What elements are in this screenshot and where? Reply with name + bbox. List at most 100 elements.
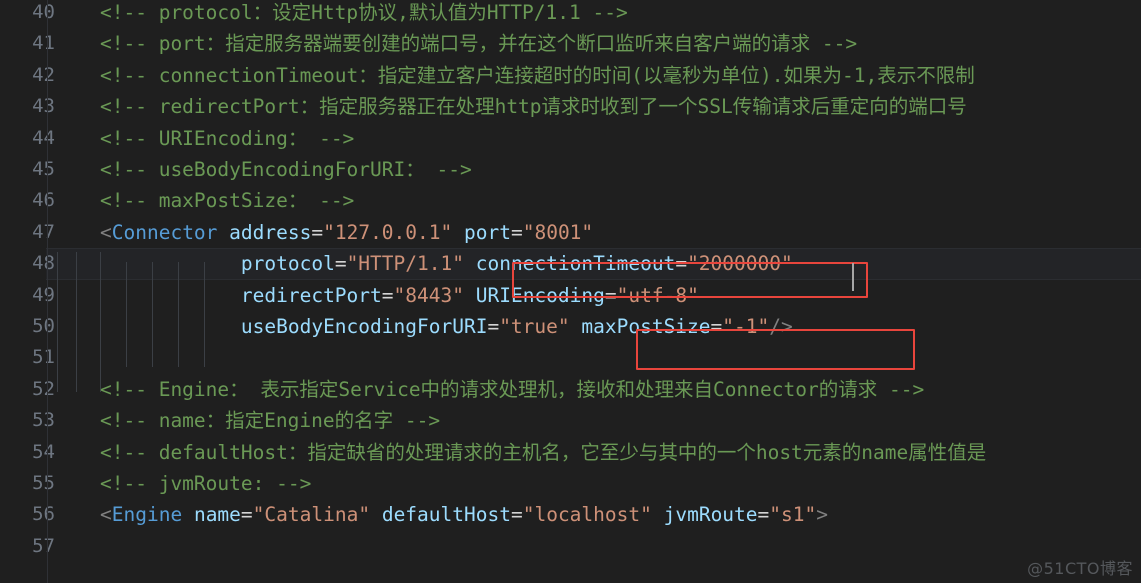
line-number[interactable]: 48 xyxy=(0,248,55,279)
token-punct: < xyxy=(100,503,112,527)
token-string: "127.0.0.1" xyxy=(323,220,453,244)
code-line-text: <!-- defaultHost：指定缺省的处理请求的主机名，它至少与其中的一个… xyxy=(100,441,986,464)
line-number-label: 48 xyxy=(32,252,55,275)
line-number[interactable]: 56 xyxy=(0,499,55,530)
token-comment: <!-- name：指定Engine的名字 --> xyxy=(100,409,441,433)
line-number[interactable]: 47 xyxy=(0,217,55,248)
code-line[interactable] xyxy=(47,342,1141,373)
line-number[interactable]: 51 xyxy=(0,342,55,373)
token-plain: = xyxy=(604,283,617,307)
line-number[interactable]: 43 xyxy=(0,91,55,122)
token-attr: protocol xyxy=(240,252,335,276)
line-number[interactable]: 41 xyxy=(0,28,55,59)
line-number[interactable]: 42 xyxy=(0,60,55,91)
code-line-text: <!-- name：指定Engine的名字 --> xyxy=(100,409,440,432)
line-number-label: 57 xyxy=(32,534,55,557)
line-number[interactable]: 57 xyxy=(0,531,55,562)
code-line-text: <!-- connectionTimeout：指定建立客户连接超时的时间(以毫秒… xyxy=(100,64,975,87)
line-number-gutter[interactable]: 40 41 42 43 44 45 46 47 48 49 50 51 52 53 54 55 56 57 xyxy=(0,0,55,583)
line-number[interactable]: 50 xyxy=(0,311,55,342)
code-line[interactable]: <!-- maxPostSize： --> xyxy=(47,185,1141,216)
line-number[interactable]: 46 xyxy=(0,185,55,216)
line-number-label: 53 xyxy=(32,409,55,432)
token-plain: = xyxy=(240,503,253,527)
code-line[interactable]: redirectPort="8443" URIEncoding="utf-8" xyxy=(47,280,1141,311)
line-number[interactable]: 52 xyxy=(0,374,55,405)
line-number[interactable]: 44 xyxy=(0,123,55,154)
line-number-label: 45 xyxy=(32,158,55,180)
token-plain: = xyxy=(510,503,523,527)
code-line[interactable]: <!-- protocol：设定Http协议,默认值为HTTP/1.1 --> xyxy=(47,0,1141,28)
code-line[interactable]: useBodyEncodingForURI="true" maxPostSize… xyxy=(47,311,1141,342)
token-tag: Connector xyxy=(111,220,218,244)
token-comment: <!-- URIEncoding： --> xyxy=(100,126,355,150)
code-line[interactable]: <!-- Engine： 表示指定Service中的请求处理机，接收和处理来自C… xyxy=(47,374,1141,405)
token-string: "2000000" xyxy=(687,252,793,276)
code-line-text: <!-- jvmRoute: --> xyxy=(100,472,311,495)
code-line-text: <!-- port：指定服务器端要创建的端口号，并在这个断口监听来自客户端的请求… xyxy=(100,32,857,55)
code-line[interactable]: <Connector address="127.0.0.1" port="800… xyxy=(47,217,1141,248)
token-attr: connectionTimeout xyxy=(475,252,676,276)
token-attr: redirectPort xyxy=(240,283,382,307)
token-comment: <!-- protocol：设定Http协议,默认值为HTTP/1.1 --> xyxy=(100,1,628,24)
token-attr: address xyxy=(229,220,312,244)
line-number-label: 49 xyxy=(32,283,55,306)
token-plain: = xyxy=(757,503,770,527)
gutter-divider xyxy=(47,0,48,583)
code-line[interactable]: <!-- defaultHost：指定缺省的处理请求的主机名，它至少与其中的一个… xyxy=(47,437,1141,468)
line-number[interactable]: 53 xyxy=(0,405,55,436)
token-comment: <!-- maxPostSize： --> xyxy=(100,189,355,213)
token-punct: > xyxy=(816,503,828,527)
code-line[interactable]: <!-- useBodyEncodingForURI： --> xyxy=(47,154,1141,185)
code-line-text: <!-- Engine： 表示指定Service中的请求处理机，接收和处理来自C… xyxy=(100,378,924,401)
line-number[interactable]: 45 xyxy=(0,154,55,185)
code-line[interactable] xyxy=(47,531,1141,562)
code-line[interactable]: <!-- port：指定服务器端要创建的端口号，并在这个断口监听来自客户端的请求… xyxy=(47,28,1141,59)
code-line[interactable]: <!-- name：指定Engine的名字 --> xyxy=(47,405,1141,436)
line-number-label: 55 xyxy=(32,472,55,494)
token-punct: /> xyxy=(769,315,793,338)
code-line[interactable]: <!-- URIEncoding： --> xyxy=(47,123,1141,154)
code-line-text: <!-- maxPostSize： --> xyxy=(100,189,354,212)
token-plain: = xyxy=(487,315,500,338)
token-string: "localhost" xyxy=(522,503,652,527)
token-attr: defaultHost xyxy=(381,503,511,527)
token-plain: = xyxy=(334,252,347,276)
code-line[interactable]: <Engine name="Catalina" defaultHost="loc… xyxy=(47,499,1141,530)
token-string: "8001" xyxy=(522,220,594,244)
token-comment: <!-- defaultHost：指定缺省的处理请求的主机名，它至少与其中的一个… xyxy=(100,440,987,464)
token-attr: jvmRoute xyxy=(663,503,758,527)
line-number-label: 40 xyxy=(32,1,55,23)
code-line[interactable]: <!-- connectionTimeout：指定建立客户连接超时的时间(以毫秒… xyxy=(47,60,1141,91)
token-plain: = xyxy=(675,252,688,276)
line-number-label: 44 xyxy=(32,126,55,149)
code-line-text: <Engine name="Catalina" defaultHost="loc… xyxy=(100,503,828,526)
code-line[interactable]: <!-- redirectPort：指定服务器正在处理http请求时收到了一个S… xyxy=(47,91,1141,122)
line-number-label: 56 xyxy=(32,503,55,526)
line-number-label: 42 xyxy=(32,63,55,86)
line-number-label: 47 xyxy=(32,220,55,243)
line-number-label: 41 xyxy=(32,32,55,55)
code-line[interactable]: <!-- jvmRoute: --> xyxy=(47,468,1141,499)
line-number[interactable]: 54 xyxy=(0,437,55,468)
code-editor[interactable]: 40 41 42 43 44 45 46 47 48 49 50 51 52 53 54 55 56 57 <!-… xyxy=(0,0,1141,583)
token-plain: = xyxy=(311,220,324,244)
line-number[interactable]: 49 xyxy=(0,280,55,311)
line-number-label: 54 xyxy=(32,440,55,463)
line-number[interactable]: 40 xyxy=(0,0,55,28)
code-line-text: useBodyEncodingForURI="true" maxPostSize… xyxy=(100,315,793,338)
token-string: "true" xyxy=(499,315,570,338)
code-line-text: <!-- redirectPort：指定服务器正在处理http请求时收到了一个S… xyxy=(100,95,967,118)
code-line[interactable]: protocol="HTTP/1.1" connectionTimeout="2… xyxy=(47,248,1141,279)
code-line-text: <!-- protocol：设定Http协议,默认值为HTTP/1.1 --> xyxy=(100,1,628,24)
code-content[interactable]: <!-- protocol：设定Http协议,默认值为HTTP/1.1 --> <… xyxy=(47,0,1141,583)
token-attr: maxPostSize xyxy=(581,315,711,338)
code-line-text: <!-- useBodyEncodingForURI： --> xyxy=(100,158,472,181)
line-number[interactable]: 55 xyxy=(0,468,55,499)
